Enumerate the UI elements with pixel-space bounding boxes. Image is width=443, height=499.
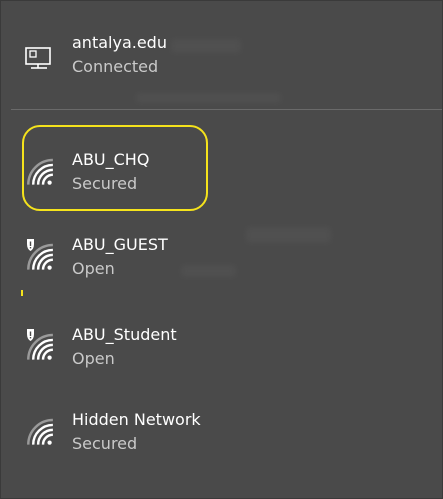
highlight-annotation <box>22 125 208 211</box>
network-status: Secured <box>72 434 138 453</box>
annotation-mark <box>21 290 23 296</box>
ethernet-icon <box>23 37 63 77</box>
wifi-open-shield-icon <box>23 329 63 369</box>
network-status: Open <box>72 259 115 278</box>
network-status: Open <box>72 349 115 368</box>
network-name: ABU_GUEST <box>72 235 168 254</box>
divider <box>11 109 442 110</box>
network-name: Hidden Network <box>72 410 201 429</box>
network-flyout: antalya.edu Connected ABU_CHQ Secured AB… <box>0 0 443 499</box>
network-item-antalya-edu[interactable]: antalya.edu Connected <box>1 23 441 93</box>
background-artifact <box>136 93 281 103</box>
network-name: antalya.edu <box>72 33 167 52</box>
wifi-icon <box>23 414 63 454</box>
network-item-abu-student[interactable]: ABU_Student Open <box>1 315 441 385</box>
network-item-abu-guest[interactable]: ABU_GUEST Open <box>1 225 441 295</box>
network-status: Connected <box>72 57 159 76</box>
wifi-open-shield-icon <box>23 239 63 279</box>
network-item-hidden-network[interactable]: Hidden Network Secured <box>1 400 441 470</box>
network-name: ABU_Student <box>72 325 177 344</box>
